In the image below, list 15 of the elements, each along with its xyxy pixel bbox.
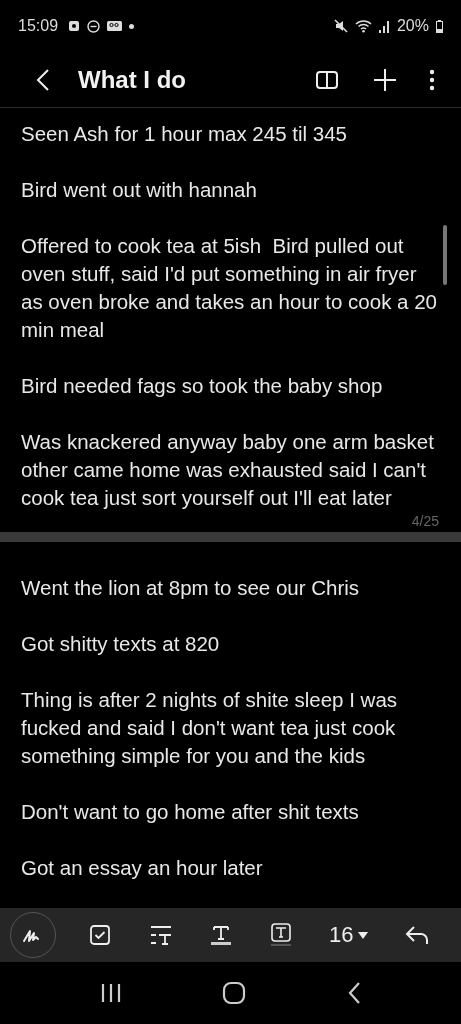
battery-percent: 20% <box>396 17 429 35</box>
note-paragraph: Got an essay an hour later <box>21 855 264 881</box>
note-paragraph: Don't want to go home after shit texts <box>21 799 360 825</box>
note-paragraph: Got shitty texts at 820 <box>21 631 221 657</box>
note-paragraph: Was knackered anyway baby one arm basket other came home was exhausted said I can't cook tea just sort yourself out I'll eat later <box>21 429 435 511</box>
note-paragraph: Bird went out with hannah <box>21 177 258 203</box>
note-paragraph: Offered to cook tea at 5ish Bird pulled out oven stuff, said I'd put something in air fryer as oven broke and takes an hour to cook a 20 min meal <box>21 233 438 343</box>
note-title: What I do <box>78 65 186 94</box>
note-paragraph: Bird needed fags so took the baby shop <box>21 373 384 399</box>
note-paragraph: Went the lion at 8pm to see our Chris <box>21 575 361 601</box>
font-size-dropdown[interactable]: 16 <box>325 918 372 952</box>
note-paragraph: Thing is after 2 nights of shite sleep I was fucked and said I don't want tea just cook something simple for you and the kids <box>21 687 399 769</box>
page-number: 4/25 <box>410 512 439 530</box>
note-paragraph: Seen Ash for 1 hour max 245 til 345 <box>21 121 348 147</box>
status-time: 15:09 <box>18 17 59 35</box>
